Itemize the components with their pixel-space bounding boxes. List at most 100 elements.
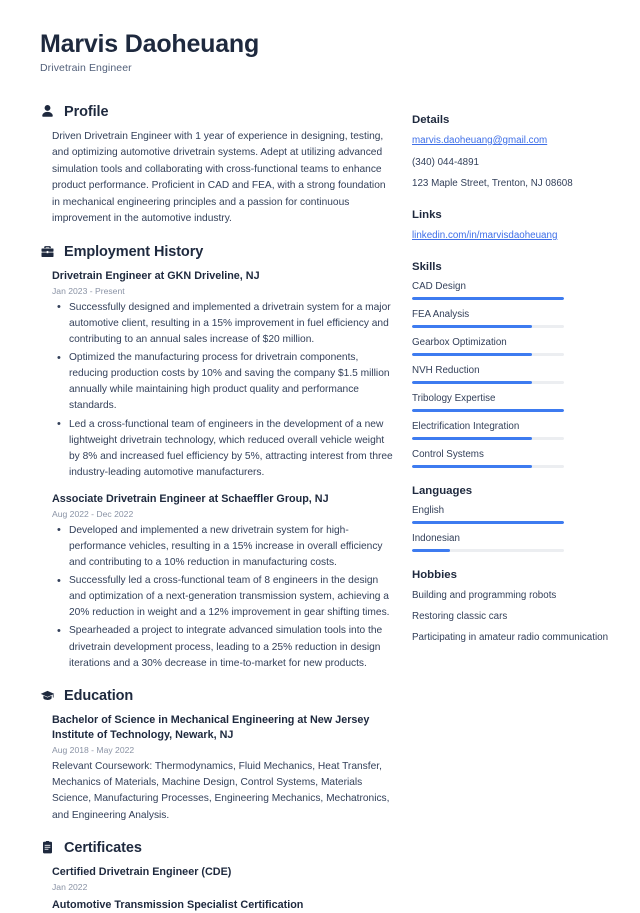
- skill-item: Control Systems: [412, 449, 612, 468]
- language-item: Indonesian: [412, 533, 612, 552]
- bullet-item: Led a cross-functional team of engineers…: [52, 416, 394, 481]
- employment-entry: Associate Drivetrain Engineer at Schaeff…: [52, 492, 394, 672]
- skill-label: Tribology Expertise: [412, 392, 496, 404]
- section-profile: Profile Driven Drivetrain Engineer with …: [40, 104, 394, 228]
- candidate-name: Marvis Daoheuang: [40, 30, 260, 58]
- hobby-item: Participating in amateur radio communica…: [412, 632, 609, 644]
- hobby-item: Restoring classic cars: [412, 610, 508, 622]
- employment-entry: Drivetrain Engineer at GKN Driveline, NJ…: [52, 269, 394, 481]
- language-label: Indonesian: [412, 532, 460, 544]
- job-date: Aug 2022 - Dec 2022: [52, 508, 134, 519]
- sidebar-section-languages: Languages English Indonesian: [412, 485, 612, 552]
- bullet-item: Developed and implemented a new drivetra…: [52, 522, 394, 571]
- skill-item: NVH Reduction: [412, 365, 612, 384]
- sidebar-title: Hobbies: [412, 568, 457, 581]
- linkedin-link[interactable]: linkedin.com/in/marvisdaoheuang: [412, 229, 612, 244]
- skill-bar-fill: [412, 352, 533, 356]
- section-title: Education: [64, 687, 134, 704]
- section-body: Certified Drivetrain Engineer (CDE) Jan …: [40, 865, 394, 913]
- language-bar-track: [412, 520, 564, 524]
- section-header: Profile: [40, 104, 394, 120]
- job-bullets: Developed and implemented a new drivetra…: [52, 522, 394, 672]
- job-title: Drivetrain Engineer at GKN Driveline, NJ: [52, 269, 260, 282]
- skill-bar-track: [412, 296, 564, 300]
- degree-date: Aug 2018 - May 2022: [52, 744, 135, 755]
- skill-bar-fill: [412, 324, 533, 328]
- bullet-item: Successfully led a cross-functional team…: [52, 573, 394, 621]
- skill-label: Control Systems: [412, 448, 484, 460]
- address-text: 123 Maple Street, Trenton, NJ 08608: [412, 178, 573, 190]
- language-item: English: [412, 505, 612, 524]
- graduation-cap-icon: [40, 688, 55, 703]
- section-title: Employment History: [64, 243, 204, 260]
- skill-label: NVH Reduction: [412, 364, 480, 376]
- degree-title: Bachelor of Science in Mechanical Engine…: [52, 713, 370, 741]
- skill-label: FEA Analysis: [412, 308, 470, 320]
- language-label: English: [412, 504, 445, 516]
- skill-item: Electrification Integration: [412, 421, 612, 440]
- bullet-item: Optimized the manufacturing process for …: [52, 350, 394, 414]
- skill-bar-fill: [412, 296, 564, 300]
- hobby-item: Building and programming robots: [412, 589, 557, 601]
- certificate-date: Jan 2022: [52, 881, 88, 892]
- language-bar-fill: [412, 548, 450, 552]
- sidebar-section-skills: Skills CAD Design FEA Analysis Gearbox O…: [412, 261, 612, 468]
- job-title: Associate Drivetrain Engineer at Schaeff…: [52, 492, 329, 505]
- section-header: Education: [40, 688, 394, 704]
- sidebar-title: Skills: [412, 260, 442, 273]
- job-bullets: Successfully designed and implemented a …: [52, 299, 394, 481]
- sidebar-title: Languages: [412, 484, 473, 497]
- skill-bar-track: [412, 408, 564, 412]
- bullet-item: Successfully designed and implemented a …: [52, 299, 394, 348]
- main-column: Marvis Daoheuang Drivetrain Engineer Pro…: [40, 30, 412, 911]
- degree-description: Relevant Coursework: Thermodynamics, Flu…: [52, 760, 390, 821]
- skill-label: CAD Design: [412, 280, 466, 292]
- clipboard-icon: [40, 840, 55, 855]
- sidebar-section-links: Links linkedin.com/in/marvisdaoheuang: [412, 209, 612, 244]
- skill-label: Electrification Integration: [412, 420, 520, 432]
- section-employment-history: Employment History Drivetrain Engineer a…: [40, 244, 394, 672]
- skill-item: FEA Analysis: [412, 309, 612, 328]
- skill-bar-fill: [412, 464, 533, 468]
- candidate-role: Drivetrain Engineer: [40, 61, 132, 74]
- skill-bar-track: [412, 464, 564, 468]
- section-body: Bachelor of Science in Mechanical Engine…: [40, 713, 394, 824]
- skill-bar-fill: [412, 380, 533, 384]
- section-title: Profile: [64, 103, 109, 120]
- section-education: Education Bachelor of Science in Mechani…: [40, 688, 394, 824]
- sidebar-section-details: Details marvis.daoheuang@gmail.com (340)…: [412, 114, 612, 192]
- section-certificates: Certificates Certified Drivetrain Engine…: [40, 840, 394, 913]
- sidebar-section-hobbies: Hobbies Building and programming robots …: [412, 569, 612, 646]
- skill-bar-track: [412, 380, 564, 384]
- phone-text: (340) 044-4891: [412, 156, 479, 168]
- section-header: Certificates: [40, 840, 394, 856]
- resume-header: Marvis Daoheuang Drivetrain Engineer: [40, 30, 394, 74]
- job-date: Jan 2023 - Present: [52, 285, 125, 296]
- education-entry: Bachelor of Science in Mechanical Engine…: [52, 713, 394, 824]
- certificate-entry: Certified Drivetrain Engineer (CDE) Jan …: [52, 865, 394, 892]
- skill-bar-track: [412, 352, 564, 356]
- sidebar-title: Details: [412, 114, 450, 126]
- profile-text: Driven Drivetrain Engineer with 1 year o…: [52, 130, 386, 225]
- resume-page: Marvis Daoheuang Drivetrain Engineer Pro…: [0, 0, 640, 911]
- sidebar-title: Links: [412, 209, 442, 222]
- certificate-title: Automotive Transmission Specialist Certi…: [52, 898, 304, 911]
- section-title: Certificates: [64, 839, 142, 856]
- skill-bar-fill: [412, 436, 533, 440]
- briefcase-icon: [40, 244, 55, 259]
- section-body: Driven Drivetrain Engineer with 1 year o…: [40, 129, 394, 228]
- skill-item: CAD Design: [412, 281, 612, 300]
- skill-item: Tribology Expertise: [412, 393, 612, 412]
- language-bar-track: [412, 548, 564, 552]
- skill-bar-fill: [412, 408, 564, 412]
- skill-label: Gearbox Optimization: [412, 336, 507, 348]
- skill-bar-track: [412, 436, 564, 440]
- certificate-entry: Automotive Transmission Specialist Certi…: [52, 898, 394, 913]
- language-bar-fill: [412, 520, 564, 524]
- email-link[interactable]: marvis.daoheuang@gmail.com: [412, 134, 612, 149]
- user-icon: [40, 104, 55, 119]
- section-header: Employment History: [40, 244, 394, 260]
- certificate-title: Certified Drivetrain Engineer (CDE): [52, 865, 232, 878]
- bullet-item: Spearheaded a project to integrate advan…: [52, 623, 394, 671]
- section-body: Drivetrain Engineer at GKN Driveline, NJ…: [40, 269, 394, 672]
